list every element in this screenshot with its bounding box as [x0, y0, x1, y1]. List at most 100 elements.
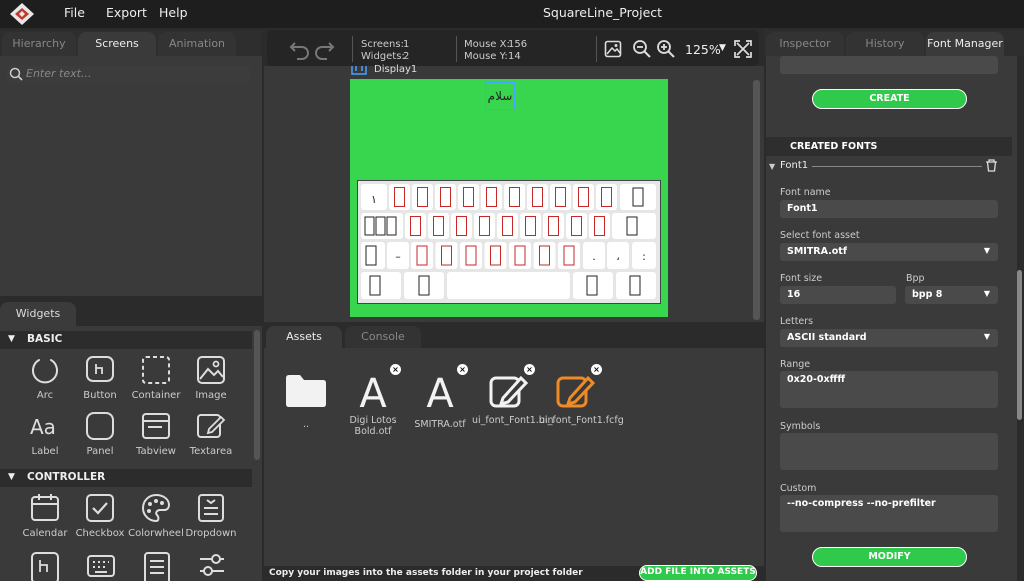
widget-label-item[interactable]: Aa Label: [17, 410, 73, 457]
mouse-x-label: Mouse X:: [464, 39, 510, 50]
fit-screen-icon[interactable]: [734, 40, 752, 58]
new-font-name-input[interactable]: [780, 56, 998, 74]
key-label: :: [642, 250, 646, 263]
screens-panel: [0, 56, 262, 296]
widget-button[interactable]: Button: [72, 354, 128, 401]
asset-parent-folder[interactable]: ..: [271, 372, 341, 430]
background-image-icon[interactable]: [604, 40, 622, 58]
widget-label: Dropdown: [185, 528, 237, 539]
custom-textarea[interactable]: --no-compress --no-prefilter: [780, 495, 998, 532]
redo-icon[interactable]: [313, 38, 335, 60]
window-title: SquareLine_Project: [542, 5, 663, 20]
font-name-field[interactable]: Font1: [780, 200, 998, 218]
tab-history[interactable]: History: [846, 32, 924, 56]
key-label: ١: [371, 193, 377, 206]
list-icon[interactable]: [141, 550, 173, 581]
title-bar: [0, 0, 1024, 28]
font-asset-label: Select font asset: [780, 230, 860, 241]
canvas-scrollbar[interactable]: [753, 80, 760, 320]
bpp-select[interactable]: bpp 8: [905, 286, 998, 304]
widget-checkbox[interactable]: Checkbox: [72, 492, 128, 539]
arabic-label-widget[interactable]: سلام: [485, 82, 515, 110]
asset-font-digi-lotos[interactable]: A Digi Lotos Bold.otf ×: [338, 364, 408, 437]
asset-name: SMITRA.otf: [414, 419, 466, 430]
zoom-in-icon[interactable]: [656, 39, 676, 59]
delete-asset-icon[interactable]: ×: [591, 364, 602, 375]
menu-help[interactable]: Help: [159, 5, 188, 20]
tab-animation[interactable]: Animation: [158, 32, 236, 56]
widget-calendar[interactable]: Calendar: [17, 492, 73, 539]
font-size-field[interactable]: 16: [780, 286, 896, 304]
tab-font-manager[interactable]: Font Manager: [926, 32, 1004, 56]
widget-textarea[interactable]: Textarea: [183, 410, 239, 457]
dropdown-icon: [198, 494, 224, 522]
widgets-scrollbar[interactable]: [254, 330, 260, 460]
widget-container[interactable]: Container: [128, 354, 184, 401]
widgets-count-label: Widgets:: [361, 51, 405, 62]
section-basic-label: BASIC: [27, 333, 63, 345]
asset-font-fcfg[interactable]: ui_font_Font1.fcfg ×: [539, 364, 624, 426]
widget-colorwheel[interactable]: Colorwheel: [128, 492, 184, 539]
key-label: ،: [616, 250, 620, 263]
font-name-label: Font name: [780, 187, 831, 198]
undo-icon[interactable]: [289, 38, 311, 60]
symbols-textarea[interactable]: [780, 433, 998, 470]
font-item-divider: [812, 166, 982, 167]
image-icon: [197, 356, 225, 384]
toolbar-divider: [456, 36, 457, 62]
textarea-icon: [197, 414, 226, 438]
tab-screens[interactable]: Screens: [78, 32, 156, 56]
section-controller[interactable]: ▼ CONTROLLER: [0, 469, 252, 487]
menu-file[interactable]: File: [64, 5, 85, 20]
delete-asset-icon[interactable]: ×: [524, 364, 535, 375]
keyboard-icon[interactable]: [85, 550, 117, 581]
widget-dropdown[interactable]: Dropdown: [183, 492, 239, 539]
calendar-icon: [31, 494, 59, 521]
section-basic[interactable]: ▼ BASIC: [0, 331, 252, 349]
tab-inspector[interactable]: Inspector: [766, 32, 844, 56]
edit-file-icon: [489, 375, 529, 408]
tab-widgets[interactable]: Widgets: [0, 302, 76, 326]
widget-label: Label: [31, 446, 59, 457]
section-controller-label: CONTROLLER: [27, 471, 106, 483]
zoom-dropdown-icon[interactable]: ▼: [719, 43, 726, 53]
create-font-button[interactable]: CREATE: [812, 89, 967, 109]
expand-triangle-icon[interactable]: ▼: [769, 162, 775, 171]
widget-label: Colorwheel: [128, 528, 184, 539]
imgbutton-icon[interactable]: [29, 550, 61, 581]
key-label: .: [592, 250, 596, 263]
range-textarea[interactable]: 0x20-0xffff: [780, 371, 998, 408]
widgets-count-value: 2: [403, 51, 410, 62]
font-asset-select[interactable]: SMITRA.otf: [780, 243, 998, 261]
zoom-out-icon[interactable]: [632, 39, 652, 59]
asset-font-bin[interactable]: ui_font_Font1.bin ×: [472, 364, 554, 426]
letters-label: Letters: [780, 316, 814, 327]
screens-count-label: Screens:: [361, 39, 404, 50]
trash-icon[interactable]: [985, 159, 998, 172]
widget-label: Textarea: [189, 446, 233, 457]
slider-icon[interactable]: [196, 550, 228, 581]
widget-panel[interactable]: Panel: [72, 410, 128, 457]
font-item-name[interactable]: Font1: [780, 160, 808, 171]
keyboard-widget[interactable]: ١ – . ، :: [357, 180, 661, 304]
asset-font-smitra[interactable]: A SMITRA.otf ×: [405, 364, 475, 430]
container-icon: [142, 356, 170, 384]
zoom-level[interactable]: 125%: [685, 42, 721, 57]
delete-asset-icon[interactable]: ×: [390, 364, 401, 375]
palette-icon: [142, 493, 171, 523]
modify-font-button[interactable]: MODIFY: [812, 547, 967, 567]
screens-count-value: 1: [403, 39, 410, 50]
tab-assets[interactable]: Assets: [266, 326, 342, 348]
add-file-button[interactable]: ADD FILE INTO ASSETS: [639, 565, 757, 581]
tab-hierarchy[interactable]: Hierarchy: [2, 32, 76, 56]
widget-arc[interactable]: Arc: [17, 354, 73, 401]
folder-icon: [286, 375, 326, 407]
menu-export[interactable]: Export: [106, 5, 147, 20]
right-scrollbar[interactable]: [1017, 270, 1022, 420]
display-name: Display1: [374, 64, 418, 75]
widget-tabview[interactable]: Tabview: [128, 410, 184, 457]
delete-asset-icon[interactable]: ×: [457, 364, 468, 375]
widget-image[interactable]: Image: [183, 354, 239, 401]
letters-select[interactable]: ASCII standard: [780, 329, 998, 347]
tab-console[interactable]: Console: [345, 326, 421, 348]
